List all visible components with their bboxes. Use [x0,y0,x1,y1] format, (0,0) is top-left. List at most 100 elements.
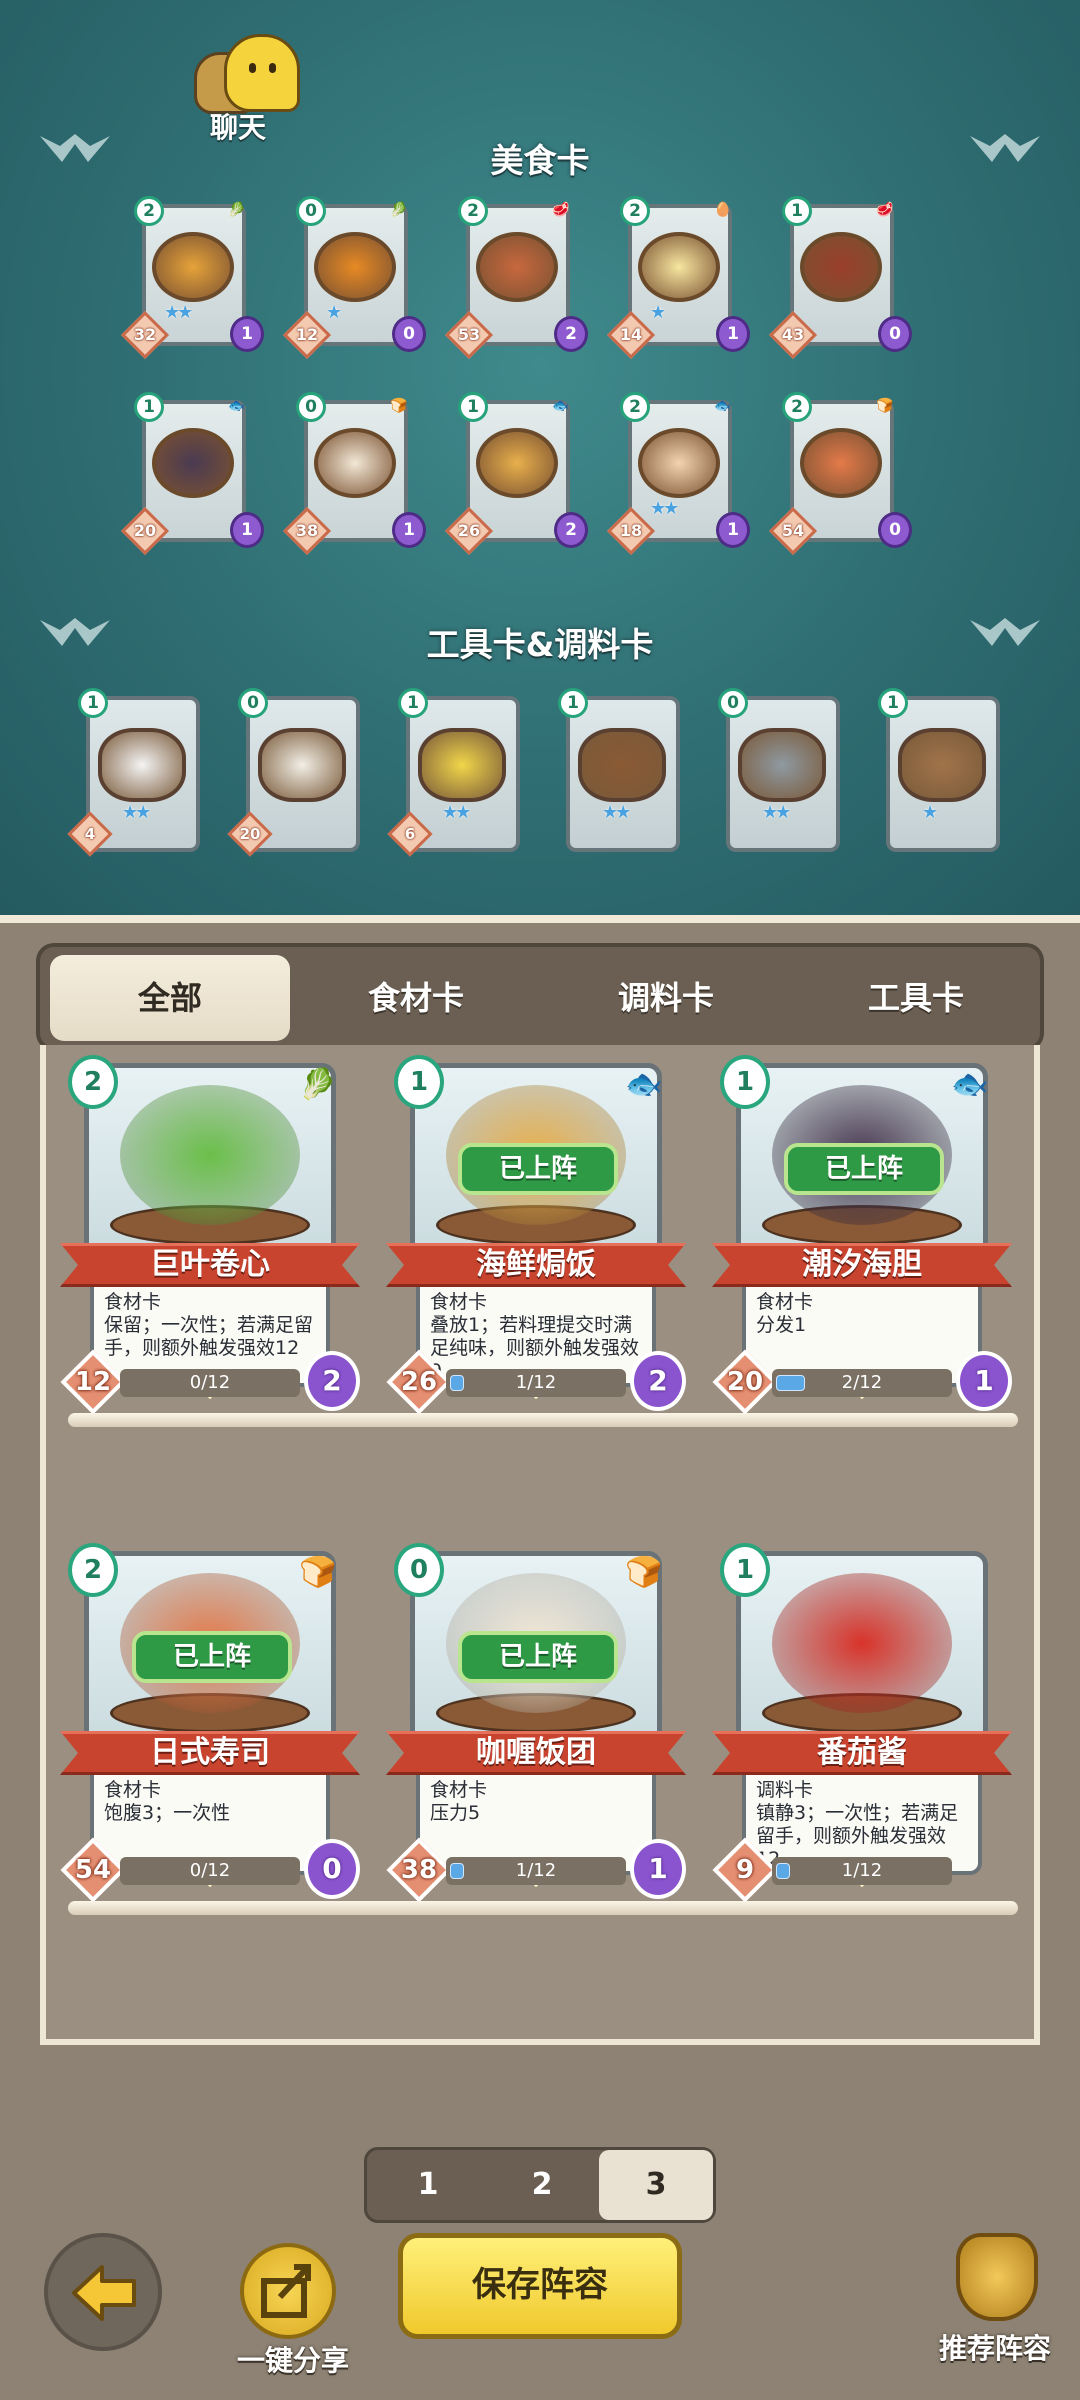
food-image [638,428,720,498]
progress-fill [450,1863,464,1879]
flavor-value: 32 [133,325,157,344]
tool-card-slot[interactable]: ★ 1 [878,688,1002,854]
chat-button[interactable]: 聊天 [190,30,320,144]
food-image [476,232,558,302]
card-list[interactable]: 2 🥬 巨叶卷心 食材卡 保留；一次性；若满足留手，则额外触发强效12 12 2 0/12 1… [40,1045,1040,2045]
tool-card-slot[interactable]: ★★ 1 6 [387,688,522,857]
bread-icon: 🍞 [625,1555,663,1590]
page-1-button[interactable]: 1 [371,2150,485,2220]
leaf-icon: 🥬 [390,202,408,218]
card-collection-panel: 全部 食材卡 调料卡 工具卡 2 🥬 巨叶卷心 食材卡 保留；一次性；若满足留手，则额… [0,915,1080,2400]
flavor-value: 4 [84,825,96,843]
food-image [800,232,882,302]
recommend-lineup-button[interactable]: 推荐阵容 [920,2233,1070,2373]
card-food-image [772,1573,952,1713]
cost-badge: 1 [398,688,428,718]
collection-card[interactable]: 2 🍞 已上阵 日式寿司 食材卡 饱腹3；一次性 54 0 [60,1543,360,1903]
star-rating: ★★ [442,802,471,823]
share-label: 一键分享 [236,2344,349,2377]
progress-text: 0/12 [189,1372,231,1393]
food-image [152,428,234,498]
upgrade-progress: 0/12 [120,1857,300,1885]
card-name: 番茄酱 [712,1731,1012,1775]
shelf-divider [68,1413,1018,1427]
deck-overview-panel: 聊天 美食卡 ★★ 2 32 1 🥬 ★ 0 12 0 🥬 2 53 2 🥩 ★ 2 14 1 🥚 1 43 0 🥩 1 20… [0,0,1080,915]
food-card-slot[interactable]: 1 26 2 🐟 [444,392,588,556]
food-card-slot[interactable]: 1 43 0 🥩 [768,196,912,360]
collection-card[interactable]: 1 🐟 已上阵 潮汐海胆 食材卡 分发1 20 1 [712,1055,1012,1415]
flavor-value: 26 [457,521,481,540]
flavor-value: 12 [295,325,319,344]
tool-image [578,728,666,802]
tab-ingredient[interactable]: 食材卡 [296,955,536,1041]
one-click-share-button[interactable]: 一键分享 [218,2243,368,2377]
leaf-icon: 🥬 [228,202,246,218]
food-card-slot[interactable]: ★★ 2 32 1 🥬 [120,196,264,360]
fish-icon: 🐟 [714,398,732,414]
tool-card-slot[interactable]: ★★ 0 [718,688,842,854]
cost-badge: 0 [394,1543,444,1597]
cost-badge: 1 [78,688,108,718]
timer-badge: 0 [878,512,912,548]
timer-badge: 1 [716,512,750,548]
back-button[interactable] [44,2233,162,2351]
page-3-button[interactable]: 3 [599,2150,713,2220]
deployed-badge: 已上阵 [458,1143,618,1195]
star-rating: ★★ [650,498,679,519]
cost-badge: 2 [620,196,650,226]
timer-badge: 1 [230,512,264,548]
upgrade-progress: 1/12 [446,1369,626,1397]
star-rating: ★ [326,302,342,323]
card-name: 咖喱饭团 [386,1731,686,1775]
chat-bubble-icon [224,34,300,112]
cost-badge: 0 [238,688,268,718]
tool-card-slot[interactable]: ★★ 1 4 [67,688,202,857]
food-card-slot[interactable]: ★★ 2 18 1 🐟 [606,392,750,556]
timer-badge: 1 [630,1839,686,1899]
page-2-button[interactable]: 2 [485,2150,599,2220]
upgrade-progress: 1/12 [772,1857,952,1885]
food-card-slot[interactable]: 2 54 0 🍞 [768,392,912,556]
tool-card-slot[interactable]: 0 20 [227,688,362,857]
flavor-value: 43 [781,325,805,344]
flavor-value: 20 [726,1367,764,1397]
cost-badge: 1 [878,688,908,718]
tab-seasoning[interactable]: 调料卡 [546,955,786,1041]
cost-badge: 0 [296,196,326,226]
upgrade-progress: 0/12 [120,1369,300,1397]
tab-all[interactable]: 全部 [50,955,290,1041]
deployed-badge: 已上阵 [784,1143,944,1195]
flavor-value: 12 [74,1367,112,1397]
timer-badge: 2 [304,1351,360,1411]
cost-badge: 1 [720,1055,770,1109]
tab-tool[interactable]: 工具卡 [796,955,1036,1041]
collection-card[interactable]: 1 番茄酱 调料卡 镇静3；一次性；若满足留手，则额外触发强效12 9 [712,1543,1012,1903]
food-card-slot[interactable]: ★ 0 12 0 🥬 [282,196,426,360]
share-icon [240,2243,336,2339]
collection-card[interactable]: 0 🍞 已上阵 咖喱饭团 食材卡 压力5 38 1 [386,1543,686,1903]
timer-badge: 2 [554,316,588,352]
flavor-value: 20 [239,825,261,843]
save-lineup-button[interactable]: 保存阵容 [398,2233,682,2339]
progress-text: 0/12 [189,1860,231,1881]
flavor-value: 14 [619,325,643,344]
collection-card[interactable]: 2 🥬 巨叶卷心 食材卡 保留；一次性；若满足留手，则额外触发强效12 12 2 [60,1055,360,1415]
tool-image [738,728,826,802]
cost-badge: 1 [134,392,164,422]
star-rating: ★★ [122,802,151,823]
cost-badge: 0 [718,688,748,718]
bread-icon: 🍞 [876,398,894,414]
flavor-value: 38 [400,1855,438,1885]
food-card-slot[interactable]: 1 20 1 🐟 [120,392,264,556]
back-arrow-icon [72,2265,136,2321]
flavor-value: 26 [400,1367,438,1397]
page-selector: 1 2 3 [364,2147,716,2223]
card-name: 巨叶卷心 [60,1243,360,1287]
tool-card-slot[interactable]: ★★ 1 [558,688,682,854]
food-card-slot[interactable]: ★ 2 14 1 🥚 [606,196,750,360]
food-card-slot[interactable]: 2 53 2 🥩 [444,196,588,360]
tool-image [98,728,186,802]
star-rating: ★★ [762,802,791,823]
food-card-slot[interactable]: 0 38 1 🍞 [282,392,426,556]
collection-card[interactable]: 1🐟已上阵海鲜焗饭食材卡 叠放1；若料理提交时满足纯味，则额外触发强效9262 [386,1055,686,1415]
